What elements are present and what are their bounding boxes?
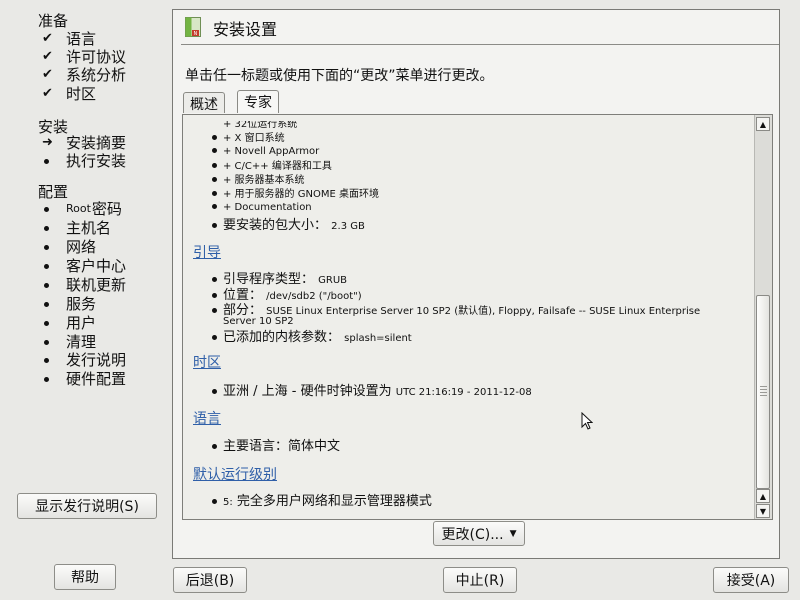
- bullet-icon: [212, 335, 217, 340]
- help-button[interactable]: 帮助: [54, 564, 116, 590]
- header-divider: [181, 44, 779, 45]
- language-heading-link[interactable]: 语言: [193, 408, 221, 428]
- bullet-icon: [212, 177, 217, 182]
- step-language: ✔ 语言: [42, 30, 97, 48]
- bullet-icon: [212, 163, 217, 168]
- step-network: 网络: [42, 238, 96, 256]
- tab-overview[interactable]: 概述: [183, 92, 225, 113]
- bullet-icon: [44, 159, 49, 164]
- change-menu-button[interactable]: 更改(C)... ▼: [433, 521, 525, 546]
- section-config-title: 配置: [38, 183, 69, 201]
- abort-button[interactable]: 中止(R): [443, 567, 517, 593]
- bullet-icon: [212, 135, 217, 140]
- accept-button[interactable]: 接受(A): [713, 567, 789, 593]
- bullet-icon: [44, 283, 49, 288]
- settings-scroll-area: + 32位运行系统 + X 窗口系统 + Novell AppArmor + C…: [183, 115, 755, 519]
- step-license: ✔ 许可协议: [42, 48, 127, 66]
- step-system-analysis: ✔ 系统分析: [42, 66, 127, 84]
- bullet-icon: [44, 358, 49, 363]
- bullet-icon: [212, 148, 217, 153]
- step-install-summary: ➜ 安装摘要: [42, 134, 127, 152]
- installation-settings-panel: N 安装设置 单击任一标题或使用下面的“更改”菜单进行更改。 概述 专家 + 3…: [172, 9, 780, 559]
- timezone-item: 亚洲 / 上海 - 硬件时钟设置为 UTC 21:16:19 - 2011-12…: [212, 380, 532, 399]
- suse-install-icon: N: [185, 17, 201, 37]
- boot-heading-link[interactable]: 引导: [193, 242, 221, 262]
- step-timezone: ✔ 时区: [42, 85, 97, 103]
- show-release-notes-button[interactable]: 显示发行说明(S): [17, 493, 157, 519]
- svg-text:N: N: [194, 31, 198, 37]
- step-services: 服务: [42, 295, 96, 313]
- step-hostname: 主机名: [42, 219, 111, 237]
- step-root-password: Root 密码: [42, 200, 122, 218]
- list-item: + Documentation: [212, 199, 312, 214]
- bullet-icon: [212, 223, 217, 228]
- runlevel-item: 5: 完全多用户网络和显示管理器模式: [212, 490, 432, 509]
- boot-sections-item: 部分： SUSE Linux Enterprise Server 10 SP2 …: [212, 299, 700, 318]
- page-title: 安装设置: [213, 20, 278, 39]
- bullet-icon: [212, 277, 217, 282]
- primary-language-item: 主要语言：简体中文: [212, 435, 340, 454]
- timezone-heading-link[interactable]: 时区: [193, 352, 221, 372]
- bullet-icon: [44, 207, 49, 212]
- dropdown-arrow-icon: ▼: [509, 528, 517, 539]
- bullet-icon: [212, 389, 217, 394]
- package-size-item: 要安装的包大小： 2.3 GB: [212, 214, 365, 233]
- instruction-text: 单击任一标题或使用下面的“更改”菜单进行更改。: [185, 68, 494, 84]
- arrow-right-icon: ➜: [42, 135, 53, 150]
- scroll-down-icon[interactable]: ▲: [756, 489, 770, 503]
- step-hardware-config: 硬件配置: [42, 370, 126, 388]
- step-users: 用户: [42, 314, 96, 332]
- bullet-icon: [44, 226, 49, 231]
- bullet-icon: [212, 293, 217, 298]
- bullet-icon: [44, 302, 49, 307]
- bullet-icon: [44, 245, 49, 250]
- section-prepare-title: 准备: [38, 12, 69, 30]
- step-cleanup: 清理: [42, 333, 96, 351]
- step-sidebar: 准备 ✔ 语言 ✔ 许可协议 ✔ 系统分析 ✔ 时区 安装 ➜ 安装摘要 执行安装 配置 …: [0, 0, 170, 600]
- scrollbar-thumb[interactable]: [756, 295, 770, 489]
- checkmark-icon: ✔: [42, 67, 53, 82]
- scroll-up-icon[interactable]: ▲: [756, 117, 770, 131]
- bullet-icon: [212, 204, 217, 209]
- bullet-icon: [212, 308, 217, 313]
- bullet-icon: [212, 121, 217, 126]
- checkmark-icon: ✔: [42, 49, 53, 64]
- step-release-notes: 发行说明: [42, 351, 126, 369]
- settings-richtext-view[interactable]: + 32位运行系统 + X 窗口系统 + Novell AppArmor + C…: [182, 114, 773, 520]
- mouse-pointer-icon: [581, 412, 593, 430]
- checkmark-icon: ✔: [42, 31, 53, 46]
- bullet-icon: [44, 340, 49, 345]
- bullet-icon: [212, 191, 217, 196]
- back-button[interactable]: 后退(B): [173, 567, 247, 593]
- bullet-icon: [44, 264, 49, 269]
- step-customer-center: 客户中心: [42, 257, 126, 275]
- scroll-bottom-icon[interactable]: ▼: [756, 504, 770, 518]
- kernel-params-item: 已添加的内核参数： splash=silent: [212, 326, 412, 345]
- tab-expert[interactable]: 专家: [237, 90, 279, 113]
- runlevel-heading-link[interactable]: 默认运行级别: [193, 464, 277, 484]
- checkmark-icon: ✔: [42, 86, 53, 101]
- step-online-update: 联机更新: [42, 276, 126, 294]
- list-item: + Novell AppArmor: [212, 143, 319, 158]
- bullet-icon: [212, 444, 217, 449]
- bullet-icon: [44, 321, 49, 326]
- bullet-icon: [212, 499, 217, 504]
- bullet-icon: [44, 377, 49, 382]
- step-perform-install: 执行安装: [42, 152, 126, 170]
- vertical-scrollbar[interactable]: ▲ ▲ ▼: [754, 115, 772, 519]
